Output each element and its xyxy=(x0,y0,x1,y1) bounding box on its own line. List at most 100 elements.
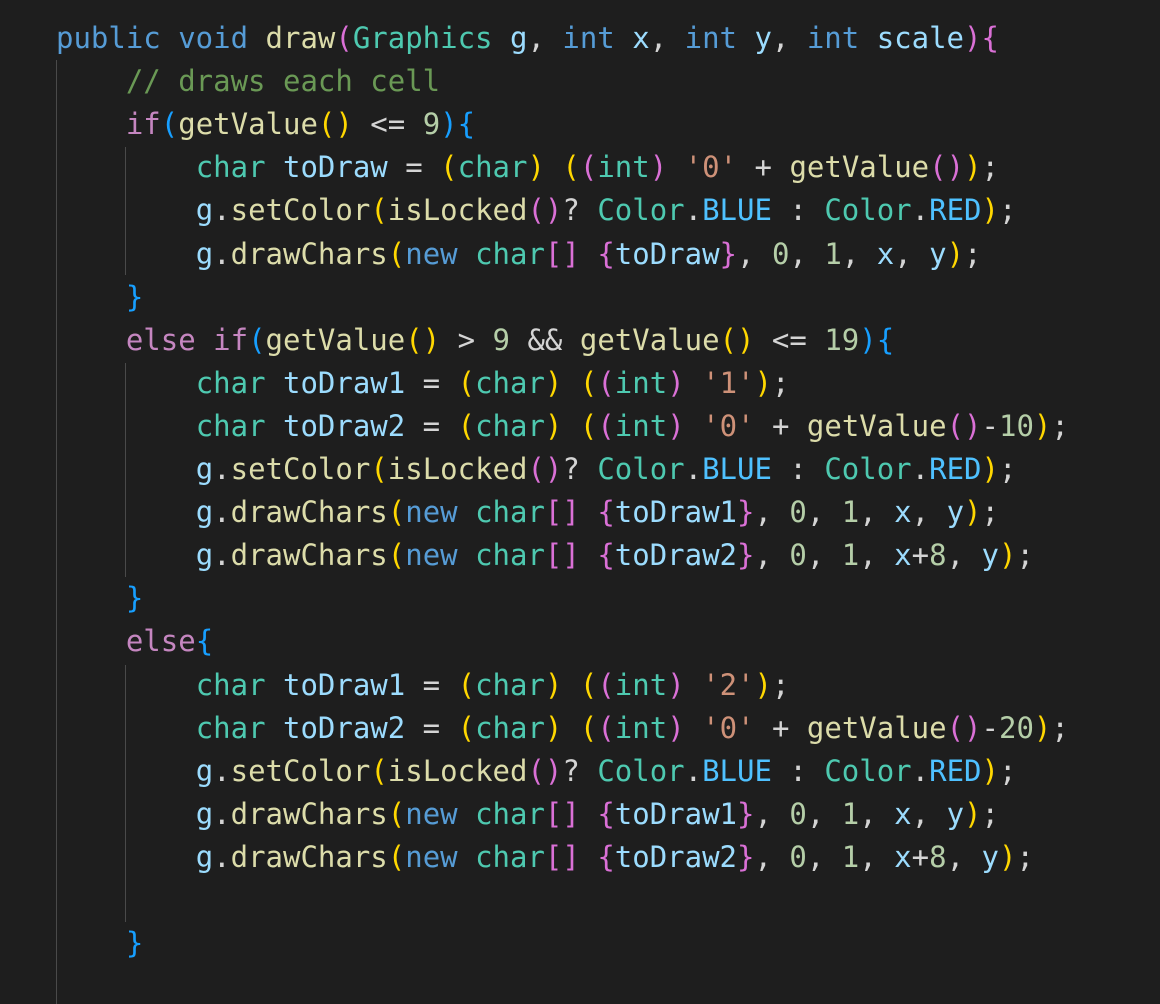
code-line[interactable]: if(getValue() <= 9){ xyxy=(56,103,475,146)
code-line[interactable]: else{ xyxy=(56,620,213,663)
code-token: ) xyxy=(964,495,982,530)
code-token: ? xyxy=(562,452,598,486)
code-token: ) xyxy=(1033,710,1052,745)
code-token: 0 xyxy=(789,796,807,831)
code-line[interactable]: char toDraw2 = (char) ((int) '0' + getVa… xyxy=(56,707,1069,750)
code-token: 8 xyxy=(929,839,947,874)
code-token: [] xyxy=(544,839,580,874)
code-line[interactable]: } xyxy=(56,276,143,319)
code-line[interactable]: } xyxy=(56,577,143,620)
code-token: . xyxy=(684,193,703,228)
code-token: , xyxy=(859,538,895,573)
code-token: . xyxy=(213,538,231,573)
code-token: g xyxy=(195,193,214,228)
code-token: char xyxy=(195,710,283,745)
code-token: ( xyxy=(370,452,388,486)
code-token: ( xyxy=(387,236,406,271)
code-token: , xyxy=(737,236,772,271)
code-token: && xyxy=(510,322,580,357)
code-token: toDraw xyxy=(614,236,720,271)
code-token: . xyxy=(213,495,231,530)
code-token: void xyxy=(178,21,266,55)
code-token: , xyxy=(859,839,895,874)
code-line[interactable]: g.setColor(isLocked()? Color.BLUE : Colo… xyxy=(56,189,1017,232)
code-token: . xyxy=(213,839,231,874)
code-token: <= xyxy=(352,107,423,142)
code-token: ( xyxy=(579,365,598,400)
code-token: ( xyxy=(370,753,388,788)
code-token: = xyxy=(387,150,441,185)
code-token: ( xyxy=(457,667,476,702)
code-token: . xyxy=(213,796,231,831)
code-token: 0 xyxy=(789,495,807,530)
code-token: ( xyxy=(370,193,388,228)
code-token: ( xyxy=(457,710,476,745)
code-line[interactable]: char toDraw2 = (char) ((int) '0' + getVa… xyxy=(56,405,1069,448)
code-token: { xyxy=(597,236,615,271)
code-token: int xyxy=(562,21,633,55)
code-token: char xyxy=(475,667,545,702)
code-token: 8 xyxy=(929,538,947,573)
code-token: // draws each cell xyxy=(125,64,441,99)
code-line[interactable]: public void draw(Graphics g, int x, int … xyxy=(56,17,999,60)
code-token: . xyxy=(213,452,231,486)
code-token: = xyxy=(405,667,458,702)
code-token: y xyxy=(981,538,999,573)
code-token: } xyxy=(737,839,755,874)
code-token: [] xyxy=(544,796,580,831)
code-token: , xyxy=(649,21,685,55)
code-token: toDraw2 xyxy=(614,839,737,874)
code-token: - xyxy=(981,408,999,443)
code-line[interactable]: g.drawChars(new char[] {toDraw2}, 0, 1, … xyxy=(56,836,1034,879)
code-line[interactable]: char toDraw = (char) ((int) '0' + getVal… xyxy=(56,146,999,189)
code-token: ? xyxy=(562,193,598,228)
code-line[interactable]: g.drawChars(new char[] {toDraw}, 0, 1, x… xyxy=(56,233,982,276)
code-token: setColor xyxy=(230,753,371,788)
code-token: ( xyxy=(248,322,266,357)
code-token: int xyxy=(614,408,668,443)
code-line[interactable]: char toDraw1 = (char) ((int) '1'); xyxy=(56,362,790,405)
code-token: } xyxy=(737,495,755,530)
code-token: . xyxy=(213,236,231,271)
code-token: { xyxy=(981,21,999,55)
code-token: , xyxy=(754,796,790,831)
code-token: getValue xyxy=(789,150,930,185)
code-line[interactable]: g.drawChars(new char[] {toDraw1}, 0, 1, … xyxy=(56,491,999,534)
code-line[interactable]: g.drawChars(new char[] {toDraw1}, 0, 1, … xyxy=(56,793,999,836)
code-line[interactable]: g.setColor(isLocked()? Color.BLUE : Colo… xyxy=(56,750,1017,793)
code-editor[interactable]: public void draw(Graphics g, int x, int … xyxy=(0,0,1160,1004)
code-token: , xyxy=(946,538,982,573)
code-token: 1 xyxy=(841,495,860,530)
code-token: 1 xyxy=(841,796,860,831)
code-token: ) xyxy=(649,150,668,185)
code-token: ; xyxy=(998,193,1017,228)
code-token: 20 xyxy=(998,710,1034,745)
code-token: getValue xyxy=(806,408,947,443)
code-token: ) xyxy=(981,452,999,486)
code-token: ( xyxy=(579,408,598,443)
code-token: ) xyxy=(667,667,685,702)
code-token: } xyxy=(737,538,755,573)
code-line[interactable]: } xyxy=(56,922,143,965)
code-line[interactable]: char toDraw1 = (char) ((int) '2'); xyxy=(56,664,790,707)
code-token: - xyxy=(981,710,999,745)
code-token: () xyxy=(527,753,563,788)
code-token: ; xyxy=(1016,839,1034,874)
code-line[interactable]: g.drawChars(new char[] {toDraw2}, 0, 1, … xyxy=(56,534,1034,577)
code-token: () xyxy=(946,408,982,443)
code-line[interactable]: else if(getValue() > 9 && getValue() <= … xyxy=(56,319,894,362)
code-token: g xyxy=(195,538,214,573)
code-line[interactable]: // draws each cell xyxy=(56,60,440,103)
code-token: ( xyxy=(597,710,615,745)
code-line[interactable]: g.setColor(isLocked()? Color.BLUE : Colo… xyxy=(56,448,1017,491)
